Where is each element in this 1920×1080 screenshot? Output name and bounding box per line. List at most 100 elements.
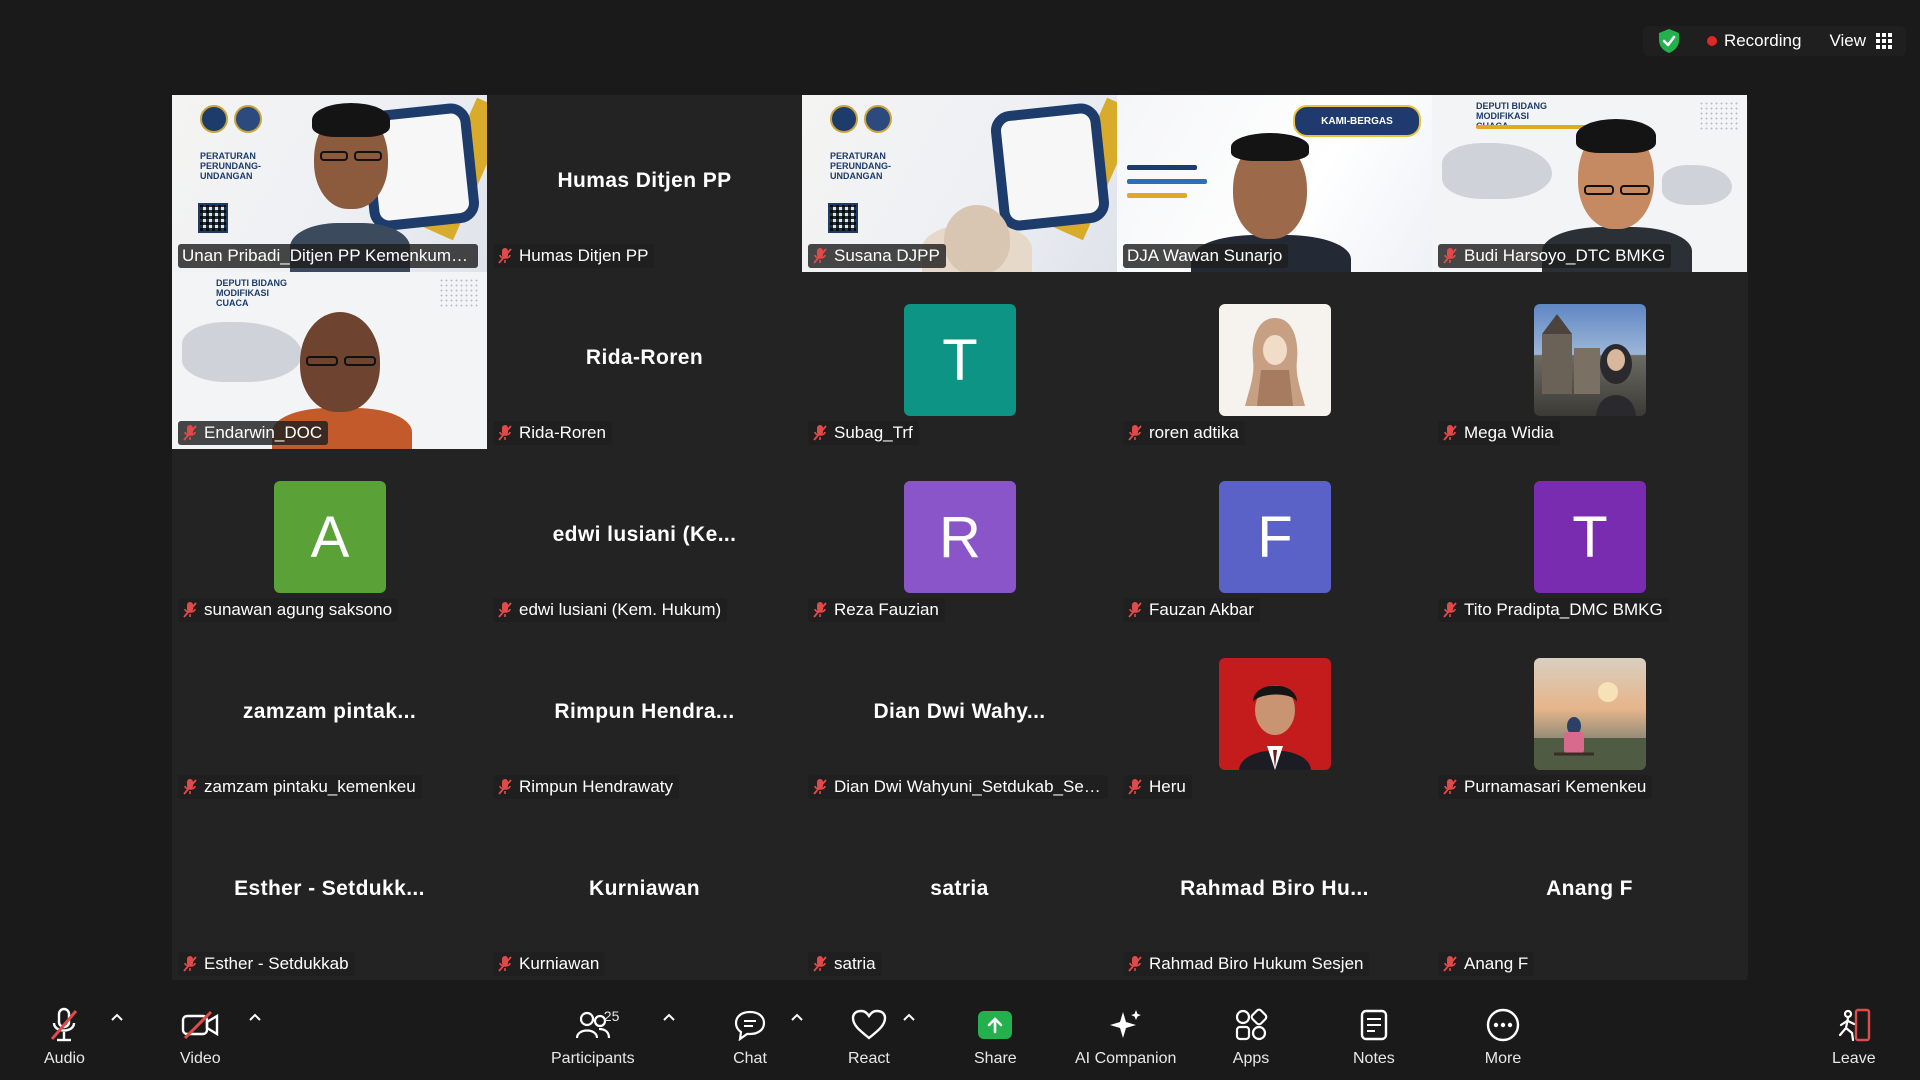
participant-avatar: T <box>1534 481 1646 593</box>
participant-display-name: Esther - Setdukk... <box>234 877 425 900</box>
apps-grid-icon <box>1232 1006 1270 1044</box>
participant-tile[interactable]: satria satria <box>802 803 1117 980</box>
audio-options-chevron-icon[interactable] <box>110 1010 124 1024</box>
participant-name-tag: Rahmad Biro Hukum Sesjen <box>1123 952 1370 976</box>
participant-tile[interactable]: KAMI-BERGAS DJA Wawan Sunarjo <box>1117 95 1432 272</box>
kemenkum-logo <box>830 105 858 133</box>
participant-name: Rahmad Biro Hukum Sesjen <box>1149 954 1364 973</box>
recording-dot-icon <box>1706 36 1717 46</box>
react-button[interactable]: React <box>848 1006 890 1076</box>
participant-name: Tito Pradipta_DMC BMKG <box>1464 600 1663 619</box>
participant-name: Subag_Trf <box>834 423 913 442</box>
mic-muted-icon <box>498 248 512 264</box>
share-button[interactable]: Share <box>974 1006 1017 1076</box>
participant-tile[interactable]: Dian Dwi Wahy... Dian Dwi Wahyuni_Setduk… <box>802 626 1117 803</box>
more-label: More <box>1484 1050 1522 1067</box>
more-button[interactable]: More <box>1484 1006 1522 1076</box>
participant-display-name: Rimpun Hendra... <box>554 700 735 723</box>
participant-display-name: Kurniawan <box>589 877 700 900</box>
portrait-photo-icon <box>1239 685 1311 770</box>
chat-options-chevron-icon[interactable] <box>790 1010 804 1024</box>
chat-label: Chat <box>733 1050 767 1067</box>
participant-tile[interactable]: T Tito Pradipta_DMC BMKG <box>1432 449 1747 626</box>
participant-name: Susana DJPP <box>834 246 940 265</box>
participant-name: Esther - Setdukkab <box>204 954 349 973</box>
participant-tile[interactable]: Humas Ditjen PP Humas Ditjen PP <box>487 95 802 272</box>
participant-tile[interactable]: Mega Widia <box>1432 272 1747 449</box>
react-label: React <box>848 1050 890 1067</box>
encryption-shield-icon[interactable] <box>1657 28 1681 54</box>
participant-name-tag: satria <box>808 952 882 976</box>
mic-muted-icon <box>183 779 197 795</box>
mic-muted-icon <box>1443 248 1457 264</box>
participant-tile[interactable]: Rida-Roren Rida-Roren <box>487 272 802 449</box>
apps-button[interactable]: Apps <box>1232 1006 1270 1076</box>
participant-name-tag: Mega Widia <box>1438 421 1560 445</box>
slide-line <box>1127 179 1207 184</box>
recording-indicator[interactable]: Recording <box>1691 31 1820 51</box>
participants-options-chevron-icon[interactable] <box>662 1010 676 1024</box>
participant-name-tag: Purnamasari Kemenkeu <box>1438 775 1653 799</box>
participant-name-tag: Rida-Roren <box>493 421 612 445</box>
recording-label: Recording <box>1723 31 1802 50</box>
participant-name: Rimpun Hendrawaty <box>519 777 674 796</box>
video-options-chevron-icon[interactable] <box>248 1010 262 1024</box>
participant-name-tag: DJA Wawan Sunarjo <box>1123 244 1289 268</box>
mic-muted-icon <box>183 425 197 441</box>
participant-tile[interactable]: R Reza Fauzian <box>802 449 1117 626</box>
participant-avatar-photo <box>1219 658 1331 770</box>
sparkle-icon <box>1107 1006 1145 1044</box>
participant-tile[interactable]: roren adtika <box>1117 272 1432 449</box>
notes-button[interactable]: Notes <box>1353 1006 1395 1076</box>
mic-muted-icon <box>1443 779 1457 795</box>
participant-name: Dian Dwi Wahyuni_Setdukab_Set... <box>834 777 1102 796</box>
participant-display-name: Humas Ditjen PP <box>557 169 732 192</box>
chat-button[interactable]: Chat <box>731 1006 769 1076</box>
qr-code-icon <box>198 203 228 233</box>
video-button[interactable]: Video <box>180 1006 221 1076</box>
notes-label: Notes <box>1353 1050 1395 1067</box>
participant-tile[interactable]: Heru <box>1117 626 1432 803</box>
participant-name-tag: Tito Pradipta_DMC BMKG <box>1438 598 1669 622</box>
audio-label: Audio <box>44 1050 85 1067</box>
mic-muted-icon <box>1128 602 1142 618</box>
participant-tile[interactable]: T Subag_Trf <box>802 272 1117 449</box>
audio-button[interactable]: Audio <box>44 1006 85 1076</box>
participant-tile[interactable]: PERATURAN PERUNDANG-UNDANGAN Unan Pribad… <box>172 95 487 272</box>
participant-tile[interactable]: Anang F Anang F <box>1432 803 1747 980</box>
participant-tile[interactable]: Rahmad Biro Hu... Rahmad Biro Hukum Sesj… <box>1117 803 1432 980</box>
participant-tile[interactable]: F Fauzan Akbar <box>1117 449 1432 626</box>
react-options-chevron-icon[interactable] <box>902 1010 916 1024</box>
participant-tile[interactable]: Kurniawan Kurniawan <box>487 803 802 980</box>
mic-muted-icon <box>813 956 827 972</box>
participant-avatar: R <box>904 481 1016 593</box>
participant-tile[interactable]: zamzam pintak... zamzam pintaku_kemenkeu <box>172 626 487 803</box>
participant-tile[interactable]: Rimpun Hendra... Rimpun Hendrawaty <box>487 626 802 803</box>
qr-code-icon <box>828 203 858 233</box>
participants-label: Participants <box>551 1050 635 1067</box>
participant-tile[interactable]: DEPUTI BIDANG MODIFIKASI CUACA Budi Hars… <box>1432 95 1747 272</box>
participant-tile[interactable]: Purnamasari Kemenkeu <box>1432 626 1747 803</box>
participant-display-name: Anang F <box>1546 877 1633 900</box>
mic-muted-icon <box>1443 956 1457 972</box>
participant-name-tag: edwi lusiani (Kem. Hukum) <box>493 598 728 622</box>
participant-tile[interactable]: DEPUTI BIDANG MODIFIKASI CUACA Endarwin_… <box>172 272 487 449</box>
participant-tile[interactable]: edwi lusiani (Ke... edwi lusiani (Kem. H… <box>487 449 802 626</box>
chat-bubble-icon <box>731 1006 769 1044</box>
participant-name: sunawan agung saksono <box>204 600 393 619</box>
participant-tile[interactable]: PERATURAN PERUNDANG-UNDANGAN Susana DJPP <box>802 95 1117 272</box>
view-button[interactable]: View <box>1829 31 1892 51</box>
participant-tile[interactable]: A sunawan agung saksono <box>172 449 487 626</box>
glasses <box>1584 185 1614 195</box>
slide-caption: PERATURAN PERUNDANG-UNDANGAN <box>200 151 262 181</box>
person-hair <box>1231 133 1309 161</box>
participant-display-name: Rahmad Biro Hu... <box>1180 877 1369 900</box>
gallery-view: PERATURAN PERUNDANG-UNDANGAN Unan Pribad… <box>172 95 1748 980</box>
leave-button[interactable]: Leave <box>1832 1006 1876 1076</box>
participant-name-tag: Fauzan Akbar <box>1123 598 1260 622</box>
ai-companion-button[interactable]: AI Companion <box>1075 1006 1176 1076</box>
participants-button[interactable]: 25 Participants <box>551 1006 635 1076</box>
participant-name-tag: Kurniawan <box>493 952 606 976</box>
participant-name: Heru <box>1149 777 1186 796</box>
participant-tile[interactable]: Esther - Setdukk... Esther - Setdukkab <box>172 803 487 980</box>
